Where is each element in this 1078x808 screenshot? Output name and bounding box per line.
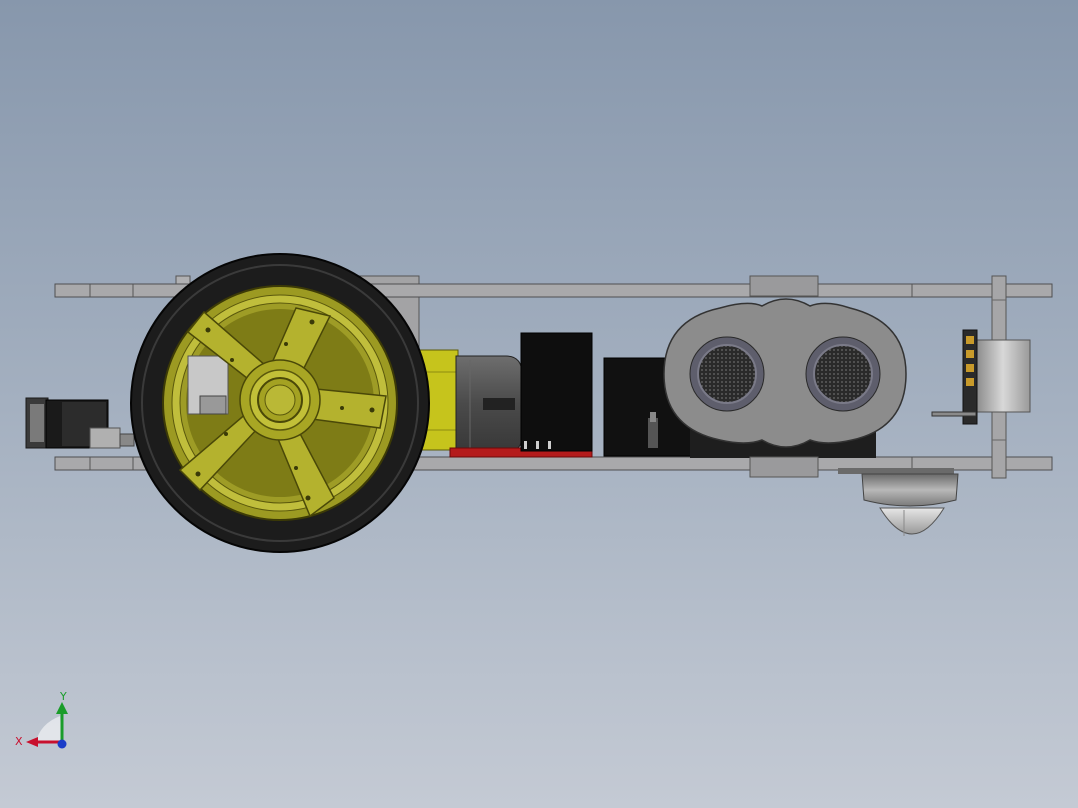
wheel — [130, 253, 430, 553]
driver-board — [520, 332, 593, 452]
axis-triad: Y X — [15, 690, 68, 749]
triad-shading — [36, 716, 62, 742]
y-axis-label: Y — [59, 690, 67, 703]
front-cylinder — [931, 329, 1031, 425]
caster-ball — [838, 468, 959, 536]
rear-switch-module — [25, 397, 135, 449]
cad-viewport[interactable]: Y X — [0, 0, 1078, 808]
robot-car-model[interactable] — [25, 253, 1053, 553]
x-axis-label: X — [15, 735, 23, 748]
ultrasonic-sensor — [663, 298, 907, 448]
z-axis-dot — [57, 739, 67, 749]
